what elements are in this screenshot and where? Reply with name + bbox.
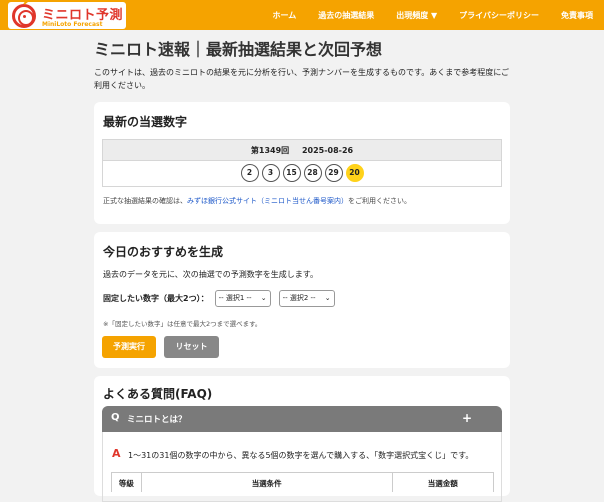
faq-answer: A 1〜31の31個の数字の中から、異なる5個の数字を選んで購入する、「数字選択…: [102, 432, 502, 502]
faq-card: よくある質問(FAQ) Q ミニロトとは？ + A 1〜31の31個の数字の中か…: [94, 376, 510, 502]
number-ball: 2: [240, 164, 259, 182]
number-ball: 28: [303, 164, 322, 182]
logo-subtitle: MiniLoto Forecast: [42, 21, 103, 28]
number-ball: 29: [324, 164, 343, 182]
draw-round: 第1349回: [250, 146, 290, 155]
note-suffix: をご利用ください。: [348, 197, 411, 205]
prize-table-header: 等級 当選条件 当選金額: [111, 472, 494, 492]
note-prefix: 正式な抽選結果の確認は、: [103, 197, 187, 205]
predict-button[interactable]: 予測実行: [102, 336, 156, 358]
number-ball: 3: [261, 164, 280, 182]
faq-answer-text: 1〜31の31個の数字の中から、異なる5個の数字を選んで購入する、「数字選択式宝…: [128, 451, 474, 460]
a-mark: A: [112, 447, 121, 460]
fixed-number-select-2[interactable]: -- 選択2 -- ⌄: [278, 290, 335, 307]
nav-privacy-policy[interactable]: プライバシーポリシー: [459, 10, 539, 21]
chevron-down-icon: ⌄: [324, 294, 331, 302]
faq-heading: よくある質問(FAQ): [103, 387, 213, 401]
main-nav: ホーム 過去の抽選結果 出現頻度 ▼ プライバシーポリシー 免責事項: [272, 0, 604, 30]
bonus-number-ball: 20: [345, 164, 364, 182]
generator-card: 今日のおすすめを生成 過去のデータを元に、次の抽選での予測数字を生成します。 固…: [94, 232, 510, 368]
select-1-value: -- 選択1 --: [218, 294, 252, 302]
faq-question-text: ミニロトとは？: [127, 415, 187, 425]
faq-question-toggle[interactable]: Q ミニロトとは？ +: [102, 406, 502, 432]
page-title: ミニロト速報｜最新抽選結果と次回予想: [94, 40, 383, 59]
chevron-down-icon: ⌄: [260, 294, 267, 302]
latest-results-card: 最新の当選数字 第1349回 2025-08-26 2 3 15 28 29 2…: [94, 102, 510, 224]
table-header-cell: 当選条件: [142, 473, 393, 492]
table-header-cell: 当選金額: [427, 479, 458, 488]
nav-past-results[interactable]: 過去の抽選結果: [318, 10, 374, 21]
site-logo[interactable]: ミニロト予測 MiniLoto Forecast: [8, 0, 126, 29]
fixed-number-label: 固定したい数字（最大2つ）：: [103, 294, 209, 303]
latest-results-heading: 最新の当選数字: [103, 115, 188, 129]
generator-description: 過去のデータを元に、次の抽選での予測数字を生成します。: [103, 270, 318, 279]
fixed-number-row: 固定したい数字（最大2つ）： -- 選択1 -- ⌄ -- 選択2 -- ⌄: [103, 290, 343, 307]
mizuho-link[interactable]: みずほ銀行公式サイト（ミニロト当せん番号案内）: [187, 197, 348, 205]
table-header-cell: 等級: [112, 473, 142, 492]
generator-heading: 今日のおすすめを生成: [103, 245, 224, 259]
arrow-icon: [23, 0, 36, 5]
nav-home[interactable]: ホーム: [272, 10, 296, 21]
select-2-value: -- 選択2 --: [282, 294, 316, 302]
winning-numbers: 2 3 15 28 29 20: [103, 161, 501, 182]
intro-text: このサイトは、過去のミニロトの結果を元に分析を行い、予測ナンバーを生成するもので…: [94, 68, 510, 90]
result-table: 第1349回 2025-08-26 2 3 15 28 29 20: [102, 139, 502, 187]
fixed-number-note: ※「固定したい数字」は任意で最大2つまで選べます。: [103, 320, 262, 328]
nav-disclaimer[interactable]: 免責事項: [561, 10, 593, 21]
number-ball: 15: [282, 164, 301, 182]
official-results-note: 正式な抽選結果の確認は、みずほ銀行公式サイト（ミニロト当せん番号案内）をご利用く…: [103, 196, 411, 206]
fixed-number-select-1[interactable]: -- 選択1 -- ⌄: [214, 290, 271, 307]
result-header: 第1349回 2025-08-26: [103, 140, 501, 161]
reset-button[interactable]: リセット: [164, 336, 219, 358]
nav-frequency-dropdown[interactable]: 出現頻度 ▼: [396, 10, 437, 21]
q-mark: Q: [111, 412, 120, 423]
draw-date: 2025-08-26: [301, 146, 354, 155]
site-header: ミニロト予測 MiniLoto Forecast ホーム 過去の抽選結果 出現頻…: [0, 0, 604, 30]
plus-icon: +: [461, 411, 472, 425]
target-icon: [12, 4, 36, 28]
